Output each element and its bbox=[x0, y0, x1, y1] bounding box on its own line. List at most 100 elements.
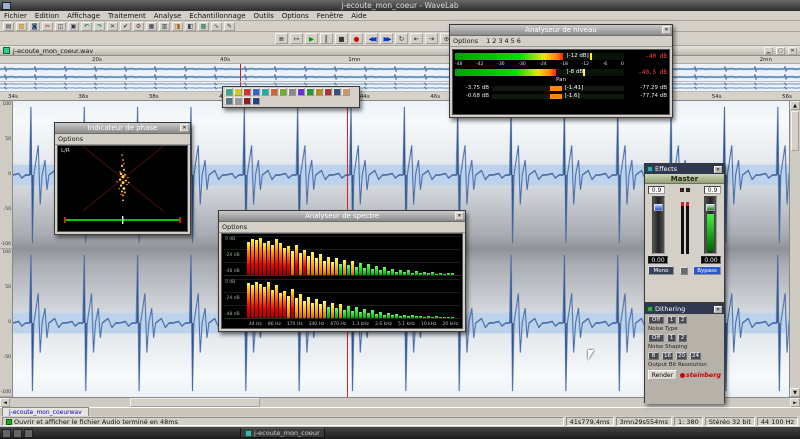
palette-tool-icon[interactable] bbox=[225, 97, 233, 105]
document-titlebar[interactable]: j-ecoute_mon_coeur.wav ▁ ▢ ✕ bbox=[0, 46, 800, 56]
toolbar-icon[interactable]: ✂ bbox=[42, 22, 53, 31]
toolbar-icon[interactable]: ▦ bbox=[146, 22, 157, 31]
transport-button[interactable]: ⇥ bbox=[425, 33, 438, 44]
scroll-left-button[interactable]: ◄ bbox=[0, 398, 10, 407]
scroll-down-button[interactable]: ▼ bbox=[790, 388, 800, 397]
mono-button[interactable]: Mono bbox=[648, 266, 674, 275]
toolbar-icon[interactable]: ▥ bbox=[159, 22, 170, 31]
menu-item[interactable]: Outils bbox=[254, 12, 274, 20]
level-analyzer-window[interactable]: Analyseur de niveau ✕ Options 123456 [-1… bbox=[449, 24, 673, 118]
preset-button[interactable]: 5 bbox=[511, 37, 515, 45]
options-menu[interactable]: Options bbox=[222, 223, 247, 231]
preset-button[interactable]: 2 bbox=[492, 37, 496, 45]
toolbar-icon[interactable]: ✎ bbox=[224, 22, 235, 31]
dither-type-button[interactable]: 2 bbox=[678, 316, 687, 324]
fader-right[interactable] bbox=[704, 196, 717, 254]
vertical-scrollbar[interactable]: ▲ ▼ bbox=[789, 101, 800, 397]
transport-button[interactable]: ║ bbox=[320, 33, 333, 44]
toolbar-icon[interactable]: ▧ bbox=[16, 22, 27, 31]
preset-button[interactable]: 6 bbox=[517, 37, 521, 45]
level-ruler[interactable]: 100500-50-100 100500-50-100 bbox=[0, 101, 13, 397]
effects-master-window[interactable]: Effects ✕ Master 0.9 0.9 0.00 0.00 Mono bbox=[644, 163, 725, 303]
menu-item[interactable]: Edition bbox=[35, 12, 59, 20]
overview-time-ruler[interactable]: 20s40s1mn1mn20s1mn40s2mn bbox=[0, 56, 800, 64]
tool-palette-window[interactable] bbox=[222, 86, 360, 108]
menu-item[interactable]: Traitement bbox=[108, 12, 146, 20]
close-icon[interactable]: ✕ bbox=[714, 306, 722, 313]
bit-resolution-button[interactable]: 16 bbox=[662, 352, 673, 360]
palette-tool-icon[interactable] bbox=[288, 88, 296, 96]
fader-handle[interactable] bbox=[654, 204, 663, 211]
palette-tool-icon[interactable] bbox=[279, 88, 287, 96]
menu-item[interactable]: Fichier bbox=[4, 12, 27, 20]
noise-shaping-button[interactable]: 2 bbox=[678, 334, 687, 342]
launcher-icon[interactable] bbox=[13, 429, 22, 438]
phase-scope-window[interactable]: Indicateur de phase ✕ Options L/R bbox=[54, 122, 191, 235]
transport-button[interactable]: ■ bbox=[335, 33, 348, 44]
toolbar-icon[interactable]: ◫ bbox=[55, 22, 66, 31]
overview-waveform-small[interactable] bbox=[0, 82, 800, 92]
bit-resolution-button[interactable]: 20 bbox=[676, 352, 687, 360]
menu-item[interactable]: Fenêtre bbox=[317, 12, 343, 20]
main-time-ruler[interactable]: 34s36s38s40s42s44s46s48s50s52s54s56s bbox=[0, 92, 800, 101]
preset-button[interactable]: 4 bbox=[505, 37, 509, 45]
doc-minimize-button[interactable]: ▁ bbox=[764, 47, 773, 55]
preset-button[interactable]: 1 bbox=[486, 37, 490, 45]
gain-display-left[interactable]: 0.9 bbox=[648, 186, 665, 194]
overview-waveform[interactable] bbox=[0, 64, 800, 82]
link-button[interactable] bbox=[680, 267, 688, 275]
toolbar-icon[interactable]: ▤ bbox=[3, 22, 14, 31]
options-menu[interactable]: Options bbox=[58, 135, 83, 143]
horizontal-scroll-thumb[interactable] bbox=[130, 398, 260, 407]
launcher-icon[interactable] bbox=[24, 429, 33, 438]
palette-tool-icon[interactable] bbox=[261, 88, 269, 96]
palette-tool-icon[interactable] bbox=[270, 88, 278, 96]
toolbar-icon[interactable]: ▣ bbox=[68, 22, 79, 31]
clip-led-right[interactable] bbox=[686, 188, 690, 192]
dithering-titlebar[interactable]: Dithering ✕ bbox=[645, 304, 724, 314]
dither-off-button[interactable]: Off bbox=[648, 316, 664, 324]
palette-tool-icon[interactable] bbox=[297, 88, 305, 96]
toolbar-icon[interactable]: ◙ bbox=[29, 22, 40, 31]
toolbar-icon[interactable]: ▩ bbox=[198, 22, 209, 31]
doc-maximize-button[interactable]: ▢ bbox=[776, 47, 785, 55]
dither-type-button[interactable]: 1 bbox=[667, 316, 676, 324]
doc-close-button[interactable]: ✕ bbox=[788, 47, 797, 55]
launcher-icon[interactable] bbox=[2, 429, 11, 438]
shaping-off-button[interactable]: Off bbox=[648, 334, 664, 342]
menu-item[interactable]: Aide bbox=[351, 12, 366, 20]
fader-left[interactable] bbox=[652, 196, 665, 254]
close-icon[interactable]: ✕ bbox=[714, 166, 722, 173]
spectrum-analyzer-titlebar[interactable]: Analyseur de spectre ✕ bbox=[219, 211, 465, 222]
transport-button[interactable]: ◀◀ bbox=[365, 33, 378, 44]
fader-handle[interactable] bbox=[706, 204, 715, 211]
transport-button[interactable]: ≣ bbox=[275, 33, 288, 44]
palette-tool-icon[interactable] bbox=[243, 97, 251, 105]
transport-button[interactable]: ⇤ bbox=[410, 33, 423, 44]
palette-tool-icon[interactable] bbox=[306, 88, 314, 96]
toolbar-icon[interactable]: ✔ bbox=[120, 22, 131, 31]
toolbar-icon[interactable]: ◨ bbox=[172, 22, 183, 31]
toolbar-icon[interactable]: ↶ bbox=[81, 22, 92, 31]
fader-value-left[interactable]: 0.00 bbox=[648, 256, 668, 264]
transport-button[interactable]: ↦ bbox=[290, 33, 303, 44]
scroll-right-button[interactable]: ► bbox=[790, 398, 800, 407]
toolbar-icon[interactable]: ◧ bbox=[185, 22, 196, 31]
phase-scope-titlebar[interactable]: Indicateur de phase ✕ bbox=[55, 123, 190, 134]
gain-display-right[interactable]: 0.9 bbox=[704, 186, 721, 194]
close-icon[interactable]: ✕ bbox=[662, 26, 671, 34]
spectrum-analyzer-window[interactable]: Analyseur de spectre ✕ Options 0 dB-24 d… bbox=[218, 210, 466, 332]
vertical-scroll-thumb[interactable] bbox=[791, 111, 799, 151]
palette-tool-icon[interactable] bbox=[333, 88, 341, 96]
menu-item[interactable]: Affichage bbox=[67, 12, 100, 20]
palette-tool-icon[interactable] bbox=[342, 88, 350, 96]
preset-button[interactable]: 3 bbox=[498, 37, 502, 45]
transport-button[interactable]: ▶ bbox=[305, 33, 318, 44]
fader-value-right[interactable]: 0.00 bbox=[701, 256, 721, 264]
transport-button[interactable]: ▶▶ bbox=[380, 33, 393, 44]
palette-tool-icon[interactable] bbox=[243, 88, 251, 96]
render-button[interactable]: Render bbox=[648, 370, 677, 380]
noise-shaping-button[interactable]: 1 bbox=[667, 334, 676, 342]
transport-button[interactable]: ↻ bbox=[395, 33, 408, 44]
palette-tool-icon[interactable] bbox=[252, 97, 260, 105]
